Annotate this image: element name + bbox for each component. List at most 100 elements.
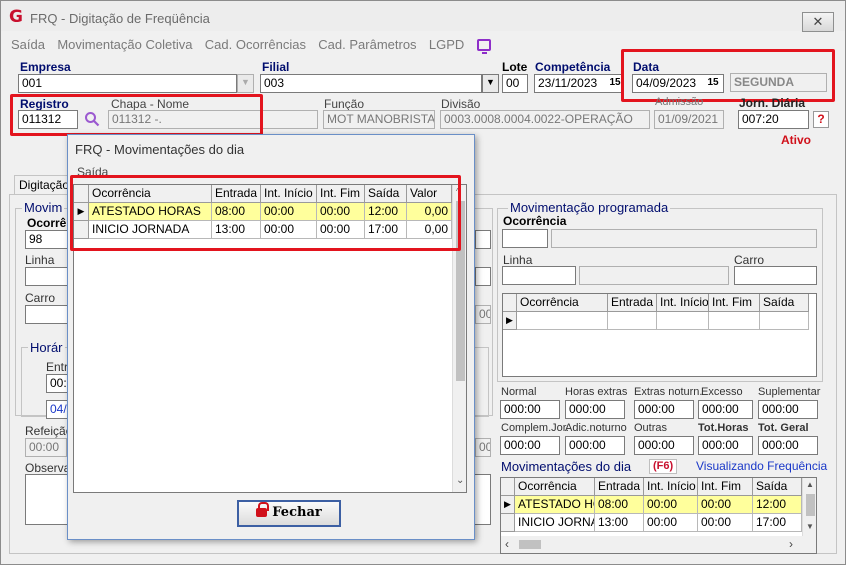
grid-header[interactable]: Int. Início [657, 294, 709, 312]
table-cell[interactable]: 17:00 [753, 514, 802, 532]
table-cell[interactable]: INICIO JORNADA [89, 221, 212, 239]
hscroll-thumb[interactable] [519, 540, 541, 549]
table-cell[interactable] [760, 312, 809, 330]
total-tot-horas-field[interactable]: 000:00 [698, 436, 753, 455]
mov-dia-grid[interactable]: Ocorrência Entrada Int. Início Int. Fim … [500, 477, 817, 554]
grid-header[interactable]: Int. Fim [317, 185, 365, 203]
left-ocorrencia-desc-field[interactable] [475, 230, 491, 249]
grid-header[interactable]: Saída [753, 478, 802, 496]
grid-corner [74, 185, 89, 203]
table-cell[interactable]: 0,00 [407, 221, 452, 239]
competencia-calendar-icon[interactable]: 15 [606, 75, 624, 92]
grid-header[interactable]: Ocorrência [515, 478, 595, 496]
dialog-vscroll[interactable]: ^ ⌄ [452, 185, 466, 492]
filial-dropdown-icon[interactable]: ▼ [482, 74, 499, 93]
table-cell[interactable]: 13:00 [212, 221, 261, 239]
total-tot-geral-field[interactable]: 000:00 [758, 436, 818, 455]
filial-combo[interactable]: 003 [260, 74, 482, 93]
table-cell[interactable]: 08:00 [595, 496, 644, 514]
grid-header[interactable]: Int. Fim [709, 294, 760, 312]
scroll-down-icon[interactable]: ▼ [806, 522, 814, 531]
table-cell[interactable] [608, 312, 657, 330]
mov-dia-vscroll[interactable]: ▲ ▼ [802, 478, 816, 536]
table-cell[interactable]: 00:00 [644, 496, 698, 514]
table-cell[interactable]: ATESTADO HORAS [89, 203, 212, 221]
empresa-combo[interactable]: 001 [18, 74, 237, 93]
table-cell[interactable]: 00:00 [644, 514, 698, 532]
menu-cad-ocorrencias[interactable]: Cad. Ocorrências [205, 37, 306, 52]
fechar-button[interactable]: Fechar [237, 500, 341, 527]
data-calendar-icon[interactable]: 15 [704, 75, 722, 92]
table-cell[interactable]: 00:00 [698, 496, 753, 514]
scroll-thumb[interactable] [806, 494, 815, 516]
mov-dia-hscroll[interactable]: ‹ › [501, 536, 816, 553]
table-cell[interactable]: 0,00 [407, 203, 452, 221]
table-cell[interactable]: 00:00 [317, 203, 365, 221]
dialog-grid[interactable]: Ocorrência Entrada Int. Início Int. Fim … [73, 184, 467, 493]
total-normal-field[interactable]: 000:00 [500, 400, 560, 419]
grid-header[interactable]: Int. Início [261, 185, 317, 203]
close-button[interactable]: ✕ [802, 12, 834, 32]
total-horas-extras-field[interactable]: 000:00 [565, 400, 625, 419]
scroll-down-icon[interactable]: ⌄ [456, 475, 464, 486]
jorn-diaria-field[interactable]: 007:20 [738, 110, 809, 129]
grid-header[interactable]: Valor [407, 185, 452, 203]
scroll-right-icon[interactable]: › [789, 537, 793, 551]
table-cell[interactable]: 08:00 [212, 203, 261, 221]
table-cell[interactable]: INICIO JORNA [515, 514, 595, 532]
table-cell[interactable]: 12:00 [365, 203, 407, 221]
left-linha-desc-field[interactable] [475, 267, 491, 286]
total-adic-noturno-field[interactable]: 000:00 [565, 436, 625, 455]
f6-button[interactable]: (F6) [649, 459, 678, 474]
scroll-up-icon[interactable]: ▲ [806, 480, 814, 489]
table-cell[interactable]: ATESTADO HO [515, 496, 595, 514]
lote-field[interactable]: 00 [502, 74, 528, 93]
total-complem-field[interactable]: 000:00 [500, 436, 560, 455]
tab-digitacao[interactable]: Digitação [14, 175, 75, 194]
table-cell[interactable]: 00:00 [698, 514, 753, 532]
grid-header[interactable]: Entrada [212, 185, 261, 203]
scroll-left-icon[interactable]: ‹ [505, 537, 509, 551]
grid-header[interactable]: Ocorrência [89, 185, 212, 203]
registro-field[interactable]: 011312 [18, 110, 78, 129]
grid-header[interactable]: Entrada [595, 478, 644, 496]
grid-header[interactable]: Int. Início [644, 478, 698, 496]
empresa-dropdown-icon[interactable]: ▼ [237, 74, 254, 93]
programada-grid[interactable]: Ocorrência Entrada Int. Início Int. Fim … [502, 293, 817, 377]
help-button[interactable]: ? [813, 111, 829, 128]
grid-header[interactable]: Saída [365, 185, 407, 203]
table-cell[interactable]: 00:00 [261, 221, 317, 239]
search-icon[interactable] [84, 111, 100, 127]
dialog-menu-saida[interactable]: Saída [77, 165, 108, 179]
grid-header[interactable]: Entrada [608, 294, 657, 312]
table-cell[interactable]: 17:00 [365, 221, 407, 239]
scroll-thumb[interactable] [456, 201, 465, 381]
menu-movimentacao-coletiva[interactable]: Movimentação Coletiva [57, 37, 192, 52]
monitor-icon[interactable] [476, 39, 491, 54]
table-cell[interactable]: 13:00 [595, 514, 644, 532]
total-suplementar-field[interactable]: 000:00 [758, 400, 818, 419]
scroll-up-icon[interactable]: ^ [456, 187, 460, 196]
total-excesso-field[interactable]: 000:00 [698, 400, 753, 419]
programada-ocorrencia-field[interactable] [502, 229, 548, 248]
programada-linha-label: Linha [503, 253, 533, 267]
table-cell[interactable] [709, 312, 760, 330]
status-badge: Ativo [781, 133, 811, 147]
table-cell[interactable] [657, 312, 709, 330]
table-cell[interactable]: 12:00 [753, 496, 802, 514]
programada-carro-field[interactable] [734, 266, 817, 285]
programada-linha-field[interactable] [502, 266, 576, 285]
menu-saida[interactable]: Saída [11, 37, 45, 52]
grid-header[interactable]: Int. Fim [698, 478, 753, 496]
table-cell[interactable] [517, 312, 608, 330]
menu-cad-parametros[interactable]: Cad. Parâmetros [318, 37, 416, 52]
total-outras-field[interactable]: 000:00 [634, 436, 694, 455]
grid-header[interactable]: Ocorrência [517, 294, 608, 312]
left-ocorrencia-label: Ocorrê [27, 216, 67, 230]
visualizando-link[interactable]: Visualizando Frequência [696, 459, 827, 473]
grid-header[interactable]: Saída [760, 294, 809, 312]
table-cell[interactable]: 00:00 [317, 221, 365, 239]
menu-lgpd[interactable]: LGPD [429, 37, 464, 52]
table-cell[interactable]: 00:00 [261, 203, 317, 221]
total-extras-noturn-field[interactable]: 000:00 [634, 400, 694, 419]
